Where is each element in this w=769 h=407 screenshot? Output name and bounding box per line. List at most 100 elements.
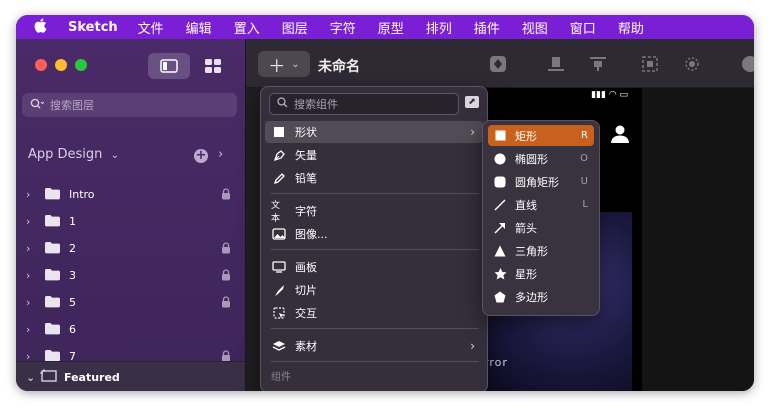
triangle-icon: [493, 245, 507, 257]
text-icon: 文本: [271, 201, 281, 224]
mask-icon[interactable]: [682, 54, 702, 78]
menu-item-artboard[interactable]: 画板: [265, 256, 483, 278]
create-symbol-icon[interactable]: [488, 54, 508, 78]
submenu-item-line[interactable]: 直线 L: [488, 194, 594, 215]
close-window-button[interactable]: [35, 59, 47, 71]
chevron-right-icon[interactable]: ›: [26, 296, 40, 309]
menu-item-image[interactable]: 图像...: [265, 223, 483, 245]
chevron-right-icon[interactable]: ›: [26, 323, 40, 336]
menu-separator: [271, 361, 479, 362]
menu-help[interactable]: 帮助: [618, 18, 644, 37]
layer-row-2[interactable]: › 2: [16, 235, 245, 262]
menu-item-hotspot[interactable]: 交互: [265, 302, 483, 324]
folder-icon: [44, 322, 61, 338]
components-view-button[interactable]: [200, 53, 226, 79]
pencil-icon: [271, 172, 287, 185]
folder-icon: [44, 241, 61, 257]
chevron-down-icon[interactable]: ⌄: [26, 371, 40, 384]
menu-separator: [271, 193, 479, 194]
user-icon[interactable]: [610, 124, 630, 148]
layer-name: Intro: [69, 188, 95, 201]
menu-item-vector[interactable]: 矢量: [265, 144, 483, 166]
menu-layer[interactable]: 图层: [282, 18, 308, 37]
page-selector[interactable]: App Design ⌄: [28, 147, 119, 162]
submenu-item-rectangle[interactable]: 矩形 R: [488, 125, 594, 146]
submenu-item-label: 箭头: [515, 221, 537, 235]
rounded-rectangle-icon: [493, 176, 507, 188]
layer-name: 2: [69, 242, 76, 255]
menu-app-sketch[interactable]: Sketch: [68, 20, 118, 35]
chevron-right-icon[interactable]: ›: [26, 269, 40, 282]
chevron-down-icon: ⌄: [291, 58, 300, 70]
hotspot-icon: [271, 306, 287, 320]
chevron-right-icon[interactable]: ›: [26, 215, 40, 228]
menu-arrange[interactable]: 排列: [426, 18, 452, 37]
lock-icon[interactable]: [221, 296, 231, 311]
chevron-right-icon[interactable]: ›: [26, 242, 40, 255]
submenu-item-triangle[interactable]: 三角形: [488, 240, 594, 261]
menu-text[interactable]: 字符: [330, 18, 356, 37]
chevron-right-icon[interactable]: ›: [218, 147, 223, 162]
menu-item-slice[interactable]: 切片: [265, 279, 483, 301]
layer-row-intro[interactable]: › Intro: [16, 181, 245, 208]
more-tools-icon[interactable]: [738, 54, 754, 78]
layer-name: 6: [69, 323, 76, 336]
layer-row-5[interactable]: › 5: [16, 289, 245, 316]
shortcut-key: U: [580, 176, 588, 187]
lock-icon[interactable]: [221, 242, 231, 257]
submenu-item-arrow[interactable]: 箭头: [488, 217, 594, 238]
submenu-item-label: 椭圆形: [515, 152, 548, 166]
slice-icon: [271, 284, 287, 297]
pen-icon: [271, 149, 287, 162]
menu-item-label: 形状: [295, 126, 317, 139]
page-name: App Design: [28, 147, 103, 162]
expand-window-icon[interactable]: ⬈: [465, 96, 479, 108]
status-bar-icons: ▮▮▮ ◠ ▭: [591, 90, 628, 100]
layers-sidebar: 搜索图层 App Design ⌄ + › › Intro › 1 › 2 › …: [16, 39, 246, 391]
layer-search-input[interactable]: 搜索图层: [22, 93, 237, 117]
submenu-item-star[interactable]: 星形: [488, 263, 594, 284]
distribute-icon[interactable]: [588, 54, 608, 78]
menu-window[interactable]: 窗口: [570, 18, 596, 37]
canvas-dark-area: [642, 88, 754, 391]
menu-bar: Sketch 文件 编辑 置入 图层 字符 原型 排列 插件 视图 窗口 帮助: [16, 15, 754, 39]
layer-row-1[interactable]: › 1: [16, 208, 245, 235]
star-icon: [493, 267, 507, 280]
chevron-right-icon[interactable]: ›: [26, 188, 40, 201]
submenu-item-polygon[interactable]: 多边形: [488, 286, 594, 307]
component-search-input[interactable]: 搜索组件: [269, 93, 459, 115]
menu-file[interactable]: 文件: [138, 18, 164, 37]
sidebar-icon: [160, 59, 178, 73]
minimize-window-button[interactable]: [55, 59, 67, 71]
add-page-icon[interactable]: +: [194, 149, 208, 163]
layers-view-button[interactable]: [148, 53, 190, 79]
frame-icon[interactable]: [640, 54, 660, 78]
layer-row-3[interactable]: › 3: [16, 262, 245, 289]
insert-button[interactable]: ＋ ⌄: [258, 51, 310, 77]
submenu-item-label: 圆角矩形: [515, 175, 559, 189]
layers-icon: [271, 340, 287, 352]
submenu-item-rounded-rectangle[interactable]: 圆角矩形 U: [488, 171, 594, 192]
apple-menu-icon[interactable]: [34, 17, 56, 37]
menu-item-pencil[interactable]: 铅笔: [265, 167, 483, 189]
layer-row-6[interactable]: › 6: [16, 316, 245, 343]
featured-artboard-row[interactable]: ⌄ Featured: [16, 361, 245, 391]
menu-edit[interactable]: 编辑: [186, 18, 212, 37]
menu-plugins[interactable]: 插件: [474, 18, 500, 37]
menu-item-label: 图像...: [295, 228, 328, 241]
folder-icon: [44, 295, 61, 311]
components-section-label: 组件: [271, 372, 291, 383]
zoom-window-button[interactable]: [75, 59, 87, 71]
lock-icon[interactable]: [221, 269, 231, 284]
menu-item-assets[interactable]: 素材 ›: [265, 335, 483, 357]
submenu-item-oval[interactable]: 椭圆形 O: [488, 148, 594, 169]
menu-prototype[interactable]: 原型: [378, 18, 404, 37]
lock-icon[interactable]: [221, 188, 231, 203]
align-bottom-icon[interactable]: [546, 54, 566, 78]
menu-item-text[interactable]: 文本 字符: [265, 200, 483, 224]
folder-icon: [44, 214, 61, 230]
menu-view[interactable]: 视图: [522, 18, 548, 37]
menu-item-label: 矢量: [295, 149, 317, 162]
menu-insert[interactable]: 置入: [234, 18, 260, 37]
menu-item-shape[interactable]: 形状 ›: [265, 121, 483, 143]
